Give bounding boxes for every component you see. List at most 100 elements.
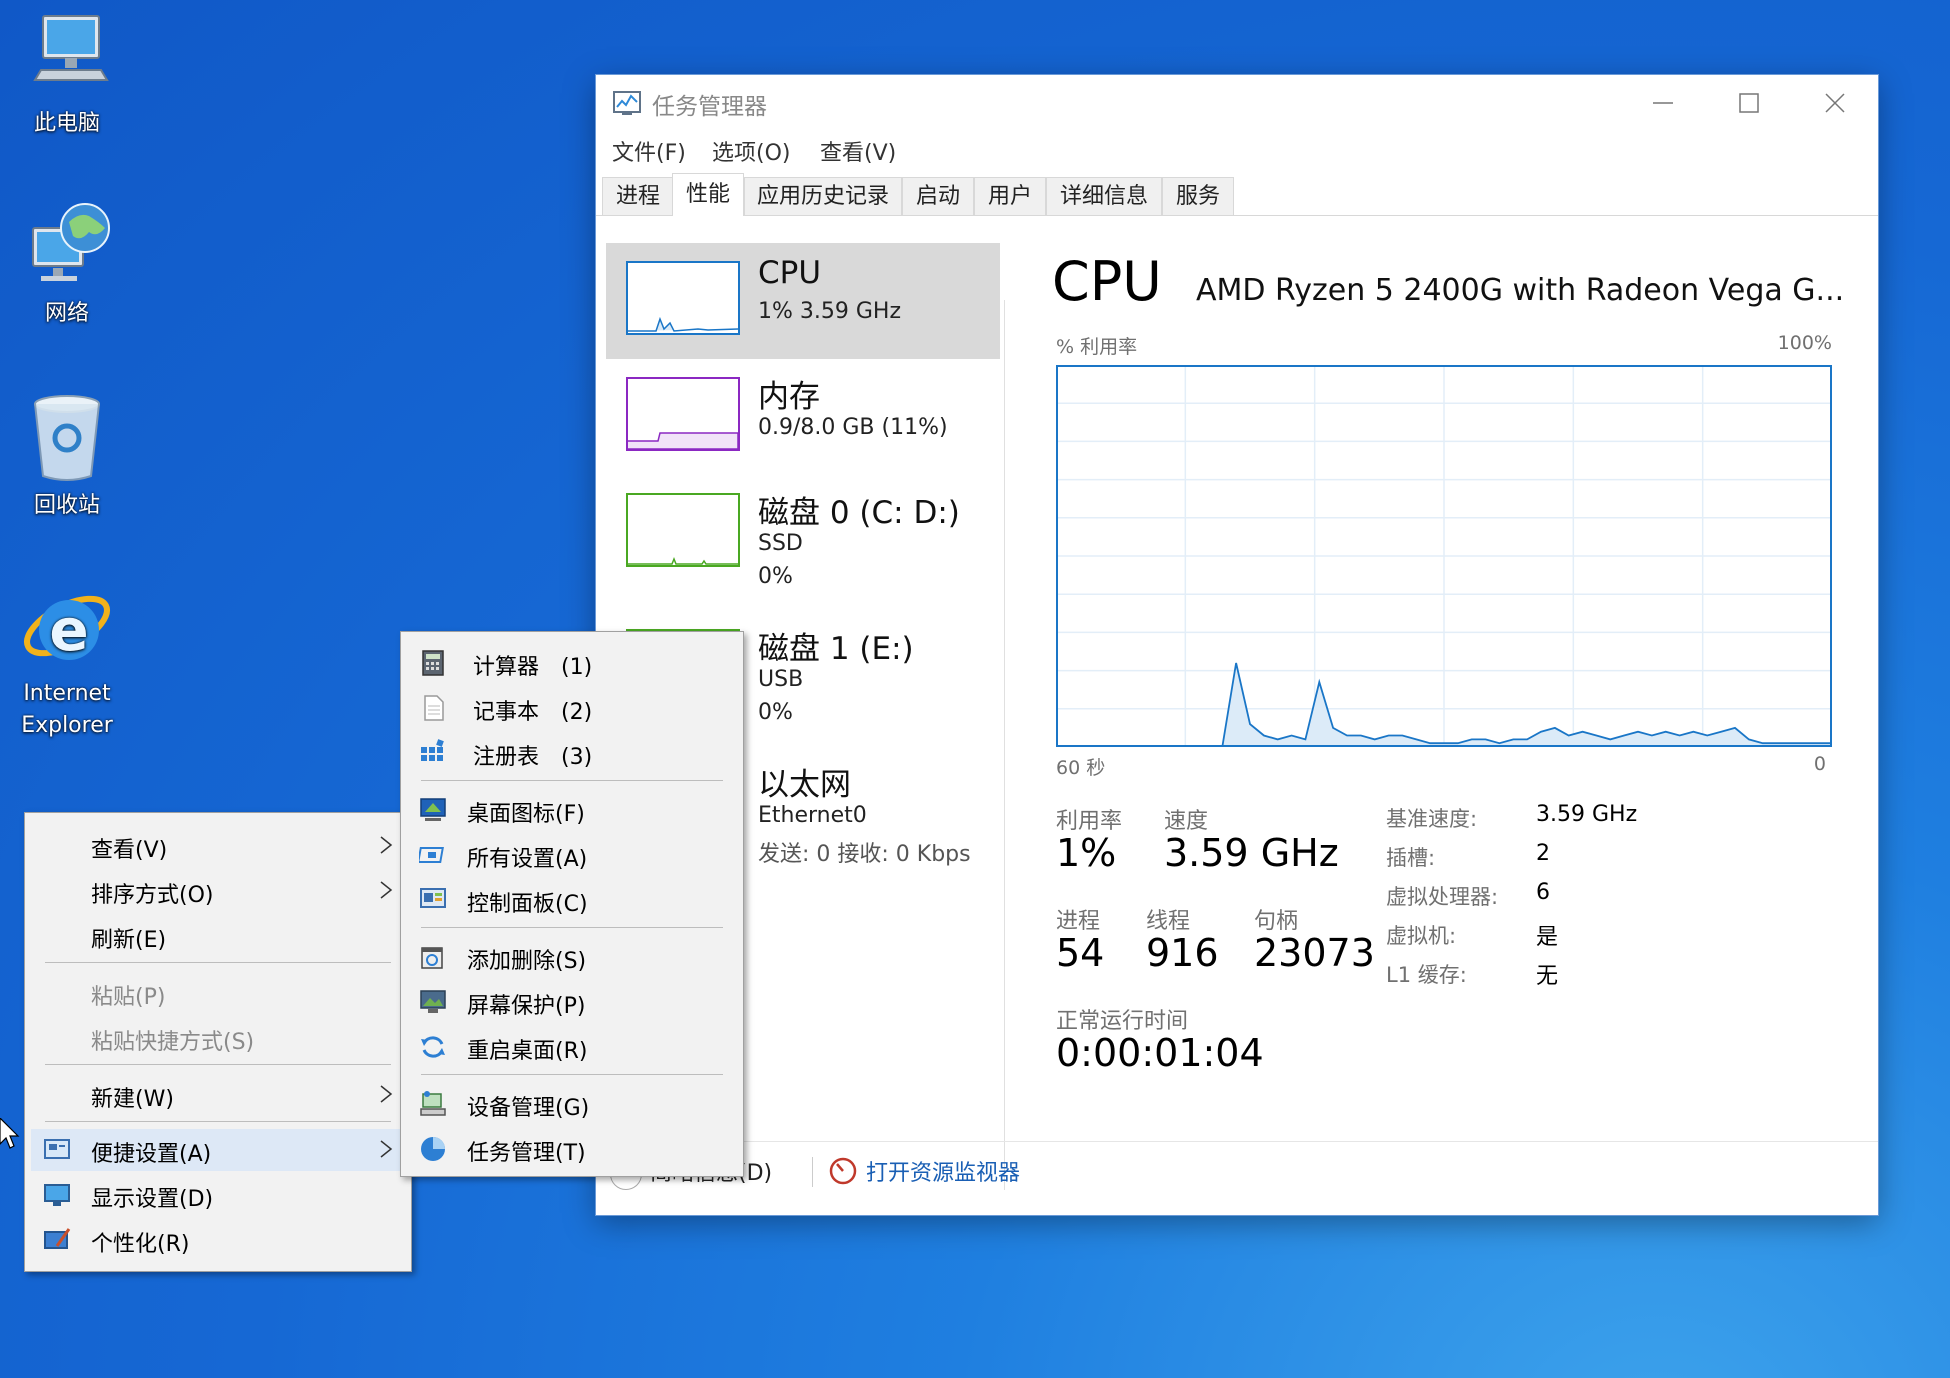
graph-y-label: % 利用率	[1056, 336, 1138, 358]
submenu-item-label: 计算器 (1)	[473, 655, 593, 680]
close-button[interactable]	[1792, 75, 1878, 131]
close-icon	[1825, 93, 1845, 113]
desktop-icon-recycle-bin[interactable]: 回收站	[2, 390, 132, 522]
tab-details[interactable]: 详细信息	[1046, 177, 1162, 215]
svg-text:e: e	[49, 596, 88, 664]
menu-item-new[interactable]: 新建(W)	[25, 1074, 411, 1116]
submenu-item-restart-desktop[interactable]: 重启桌面(R)	[401, 1026, 743, 1068]
tab-strip: 进程 性能 应用历史记录 启动 用户 详细信息 服务	[596, 173, 1878, 216]
footer-separator	[812, 1157, 813, 1187]
maximize-button[interactable]	[1706, 75, 1792, 131]
sidebar-title: 磁盘 1 (E:)	[758, 631, 914, 667]
menu-item-label: 排序方式(O)	[91, 883, 214, 908]
task-manager-pie-icon	[421, 1137, 445, 1161]
registry-icon	[421, 739, 444, 761]
menu-item-label: 便捷设置(A)	[91, 1142, 212, 1167]
menu-item-label: 粘贴快捷方式(S)	[91, 1030, 255, 1055]
minimize-button[interactable]	[1620, 75, 1706, 131]
disk0-mini-graph	[626, 493, 740, 567]
menu-item-refresh[interactable]: 刷新(E)	[25, 915, 411, 957]
sidebar-item-disk0[interactable]: 磁盘 0 (C: D:) SSD 0%	[606, 475, 1000, 611]
utilization-value: 1%	[1056, 831, 1117, 875]
footer-divider	[596, 1141, 1878, 1142]
menu-item-view[interactable]: 查看(V)	[25, 825, 411, 867]
submenu-item-add-remove[interactable]: 添加删除(S)	[401, 936, 743, 978]
submenu-item-notepad[interactable]: 记事本 (2)	[401, 687, 743, 729]
tab-services[interactable]: 服务	[1162, 177, 1234, 215]
sidebar-divider	[1004, 300, 1005, 1190]
menu-item-label: 查看(V)	[91, 838, 168, 863]
desktop-icon-network[interactable]: 网络	[2, 198, 132, 330]
submenu-item-control-panel[interactable]: 控制面板(C)	[401, 879, 743, 921]
settings-icon	[419, 847, 444, 863]
handles-value: 23073	[1254, 931, 1375, 975]
submenu-item-label: 记事本 (2)	[473, 700, 593, 725]
sidebar-title: 磁盘 0 (C: D:)	[758, 495, 960, 531]
submenu-item-all-settings[interactable]: 所有设置(A)	[401, 834, 743, 876]
sidebar-subtitle: 1% 3.59 GHz	[758, 299, 902, 324]
menu-item-quick-settings[interactable]: 便捷设置(A)	[31, 1129, 405, 1171]
refresh-icon	[421, 1036, 445, 1058]
sidebar-item-cpu[interactable]: CPU 1% 3.59 GHz	[606, 243, 1000, 359]
personalize-icon	[44, 1228, 71, 1249]
graph-y-max: 100%	[1777, 332, 1832, 354]
sidebar-subtitle: USB	[758, 667, 804, 692]
desktop-icon-internet-explorer[interactable]: e Internet Explorer	[2, 578, 132, 742]
sidebar-subtitle-2: 0%	[758, 700, 793, 725]
submenu-item-screensaver[interactable]: 屏幕保护(P)	[401, 981, 743, 1023]
submenu-separator	[421, 780, 723, 781]
menu-item-sort[interactable]: 排序方式(O)	[25, 870, 411, 912]
tab-processes[interactable]: 进程	[602, 177, 674, 215]
spec-value: 6	[1536, 880, 1550, 905]
submenu-item-desktop-icons[interactable]: 桌面图标(F)	[401, 789, 743, 831]
threads-value: 916	[1146, 931, 1219, 975]
programs-icon	[421, 947, 443, 969]
sidebar-title: 内存	[758, 379, 820, 415]
desktop-icon-this-pc[interactable]: 此电脑	[2, 8, 132, 140]
menu-item-label: 新建(W)	[91, 1087, 174, 1112]
menu-options[interactable]: 选项(O)	[712, 135, 790, 167]
menu-item-paste: 粘贴(P)	[25, 972, 411, 1014]
submenu-item-label: 重启桌面(R)	[467, 1039, 588, 1064]
menu-view[interactable]: 查看(V)	[820, 135, 896, 167]
recycle-bin-icon	[19, 390, 115, 486]
title-bar[interactable]: 任务管理器	[596, 75, 1878, 131]
maximize-icon	[1739, 93, 1759, 113]
tab-performance[interactable]: 性能	[672, 173, 744, 216]
chevron-right-icon	[380, 836, 393, 854]
device-manager-icon	[420, 1091, 446, 1116]
notepad-icon	[424, 695, 444, 721]
tab-users[interactable]: 用户	[974, 177, 1046, 215]
spec-value: 2	[1536, 841, 1550, 866]
submenu-item-registry[interactable]: 注册表 (3)	[401, 732, 743, 774]
menu-item-label: 刷新(E)	[91, 928, 167, 953]
tab-app-history[interactable]: 应用历史记录	[744, 177, 902, 215]
sidebar-subtitle-2: 发送: 0 接收: 0 Kbps	[758, 842, 971, 867]
menu-separator	[45, 1064, 391, 1065]
memory-mini-graph	[626, 377, 740, 451]
graph-grid	[1056, 365, 1832, 747]
submenu-item-task-manager[interactable]: 任务管理(T)	[401, 1128, 743, 1170]
sidebar-subtitle-2: 0%	[758, 564, 793, 589]
menu-file[interactable]: 文件(F)	[612, 135, 686, 167]
open-resource-monitor-link[interactable]: 打开资源监视器	[828, 1155, 1020, 1192]
quick-settings-submenu: 计算器 (1) 记事本 (2) 注册表 (3) 桌面图标(F) 所有设置(A) …	[400, 631, 744, 1177]
menu-item-label: 显示设置(D)	[91, 1187, 214, 1212]
submenu-item-device-manager[interactable]: 设备管理(G)	[401, 1083, 743, 1125]
menu-separator	[45, 1121, 391, 1122]
submenu-item-calculator[interactable]: 计算器 (1)	[401, 642, 743, 684]
menu-bar: 文件(F) 选项(O) 查看(V)	[596, 131, 1878, 169]
spec-key: 虚拟处理器:	[1386, 885, 1499, 909]
tab-startup[interactable]: 启动	[902, 177, 974, 215]
submenu-item-label: 所有设置(A)	[467, 847, 588, 872]
sidebar-title: CPU	[758, 255, 822, 291]
sidebar-subtitle: Ethernet0	[758, 803, 867, 828]
menu-item-personalize[interactable]: 个性化(R)	[25, 1219, 411, 1261]
menu-item-display-settings[interactable]: 显示设置(D)	[25, 1174, 411, 1216]
sidebar-subtitle: 0.9/8.0 GB (11%)	[758, 415, 948, 440]
submenu-item-label: 任务管理(T)	[467, 1141, 586, 1166]
cpu-model-name: AMD Ryzen 5 2400G with Radeon Vega G...	[1196, 273, 1845, 308]
menu-item-label: 粘贴(P)	[91, 985, 166, 1010]
sidebar-item-memory[interactable]: 内存 0.9/8.0 GB (11%)	[606, 359, 1000, 475]
submenu-item-label: 屏幕保护(P)	[467, 994, 586, 1019]
